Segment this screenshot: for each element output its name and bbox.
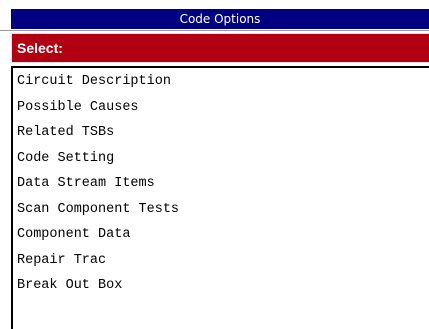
option-related-tsbs[interactable]: Related TSBs [17,120,417,146]
select-header: Select: [11,33,429,63]
options-list-panel: Circuit Description Possible Causes Rela… [11,66,429,329]
options-list: Circuit Description Possible Causes Rela… [17,69,417,299]
option-code-setting[interactable]: Code Setting [17,146,417,172]
option-data-stream-items[interactable]: Data Stream Items [17,171,417,197]
option-scan-component-tests[interactable]: Scan Component Tests [17,197,417,223]
select-label: Select: [17,40,63,56]
option-break-out-box[interactable]: Break Out Box [17,273,417,299]
option-component-data[interactable]: Component Data [17,222,417,248]
option-possible-causes[interactable]: Possible Causes [17,95,417,121]
title-bar: Code Options [0,0,429,31]
code-options-screen: Code Options Select: Circuit Description… [0,0,429,329]
window-title: Code Options [11,9,429,29]
option-circuit-description[interactable]: Circuit Description [17,69,417,95]
option-repair-trac[interactable]: Repair Trac [17,248,417,274]
